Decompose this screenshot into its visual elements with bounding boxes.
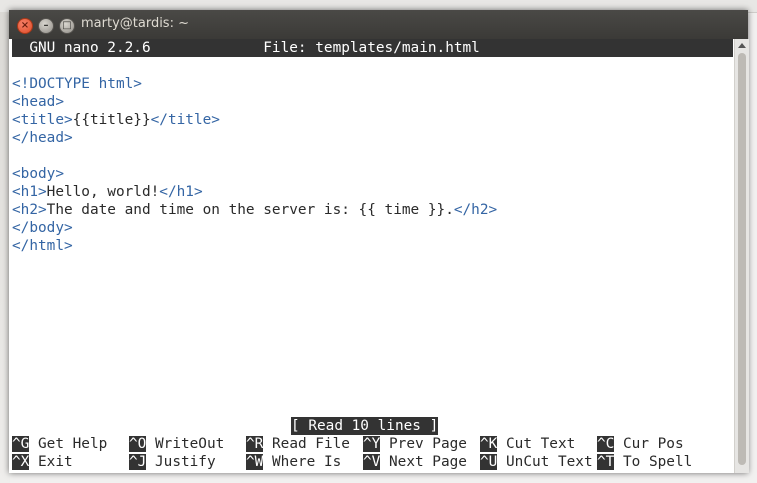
editor-line: <h1>Hello, world!</h1> [12, 184, 203, 200]
terminal-content[interactable]: GNU nano 2.2.6 File: templates/main.html… [9, 39, 734, 473]
terminal-window: × – □ marty@tardis: ~ GNU nano 2.2.6 Fil… [9, 10, 749, 473]
shortcut-item: ^J Justify [129, 453, 242, 471]
shortcut-key: ^X [12, 454, 30, 470]
shortcut-label: Cur Pos [614, 436, 684, 452]
shortcut-key: ^T [597, 454, 615, 470]
window-titlebar[interactable]: × – □ marty@tardis: ~ [9, 10, 748, 39]
close-icon[interactable]: × [17, 18, 33, 34]
shortcut-item: ^V Next Page [363, 453, 476, 471]
scroll-up-arrow-icon[interactable] [738, 43, 746, 48]
shortcut-key: ^Y [363, 436, 381, 452]
maximize-icon[interactable]: □ [59, 18, 75, 34]
editor-line: <head> [12, 94, 64, 110]
shortcut-item: ^K Cut Text [480, 435, 593, 453]
shortcut-key: ^W [246, 454, 264, 470]
shortcut-label: Justify [146, 454, 242, 470]
scrollbar-thumb[interactable] [738, 53, 746, 465]
shortcut-label: To Spell [614, 454, 693, 470]
shortcut-item: ^T To Spell [597, 453, 692, 471]
nano-header: GNU nano 2.2.6 File: templates/main.html [12, 39, 733, 57]
shortcut-key: ^G [12, 436, 30, 452]
shortcut-key: ^C [597, 436, 615, 452]
editor-line: <body> [12, 166, 64, 182]
shortcut-label: UnCut Text [497, 454, 593, 470]
shortcut-item: ^C Cur Pos [597, 435, 684, 453]
shortcut-label: Cut Text [497, 436, 593, 452]
editor-line: <title>{{title}}</title> [12, 112, 220, 128]
editor-line: <!DOCTYPE html> [12, 76, 142, 92]
shortcut-label: Prev Page [380, 436, 476, 452]
shortcut-item: ^O WriteOut [129, 435, 242, 453]
shortcut-key: ^R [246, 436, 264, 452]
shortcut-label: Read File [263, 436, 359, 452]
shortcut-key: ^O [129, 436, 147, 452]
vertical-scrollbar[interactable] [734, 39, 749, 473]
shortcut-key: ^U [480, 454, 498, 470]
shortcut-item: ^X Exit [12, 453, 125, 471]
shortcut-label: Next Page [380, 454, 476, 470]
shortcut-key: ^K [480, 436, 498, 452]
minimize-icon[interactable]: – [38, 18, 54, 34]
editor-line: <h2>The date and time on the server is: … [12, 202, 498, 218]
shortcut-item: ^Y Prev Page [363, 435, 476, 453]
editor-line: </html> [12, 238, 73, 254]
shortcut-item: ^U UnCut Text [480, 453, 593, 471]
window-title: marty@tardis: ~ [81, 16, 189, 31]
editor-line: </head> [12, 130, 73, 146]
shortcut-item: ^R Read File [246, 435, 359, 453]
shortcut-item: ^G Get Help [12, 435, 125, 453]
shortcut-label: Get Help [29, 436, 125, 452]
shortcut-item: ^W Where Is [246, 453, 359, 471]
shortcut-label: Exit [29, 454, 125, 470]
shortcut-key: ^V [363, 454, 381, 470]
shortcut-label: Where Is [263, 454, 359, 470]
editor-line: </body> [12, 220, 73, 236]
shortcut-key: ^J [129, 454, 147, 470]
nano-status-message: [ Read 10 lines ] [291, 417, 439, 435]
shortcut-label: WriteOut [146, 436, 242, 452]
